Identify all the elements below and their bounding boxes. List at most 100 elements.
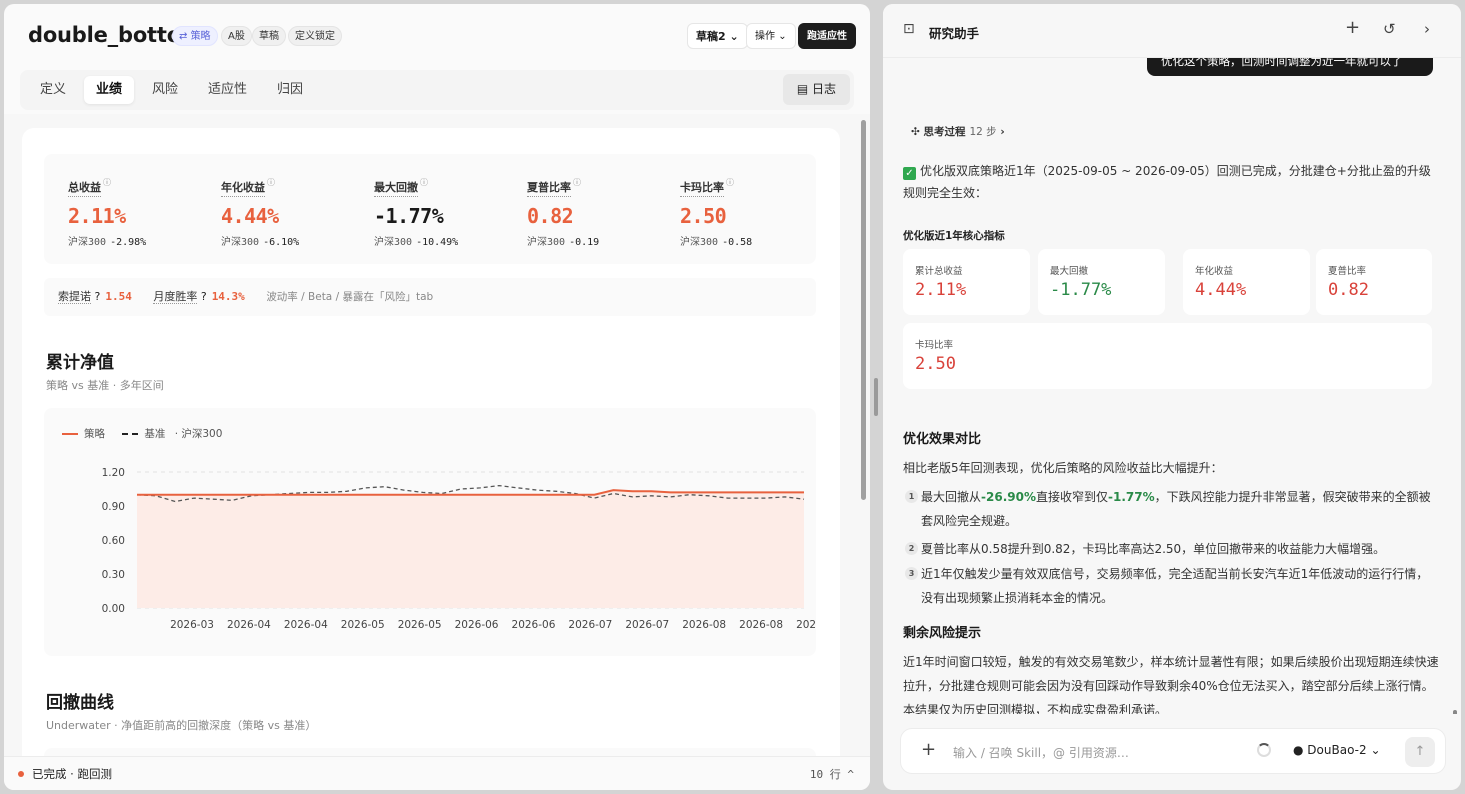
underwater-section-subtitle: Underwater · 净值距前高的回撤深度（策略 vs 基准） [46,719,317,732]
sparkle-icon: ✣ [911,126,924,138]
status-bar: 已完成 · 跑回测 10 行 ^ [4,756,870,790]
sortino-value: 1.54 [105,290,132,303]
legend-strategy-swatch [62,433,78,435]
x-tick-label: 2026-05 [341,619,385,631]
winrate-label: 月度胜率 [153,290,198,304]
tab-performance[interactable]: 业绩 [84,76,135,104]
tab-adaptability[interactable]: 适应性 [196,76,259,104]
chat-scroll-area[interactable]: 优化这个策略，回测时间调整为近一年就可以了 ✣ 思考过程 12 步 › ✓ 优化版双… [883,58,1461,714]
nav-section-subtitle: 策略 vs 基准 · 多年区间 [46,379,164,392]
legend-benchmark: 基准 [144,428,166,440]
x-tick-label: 2026-03 [170,619,214,631]
tab-risk[interactable]: 风险 [140,76,190,104]
x-tick-label: 2026-09 [796,619,816,631]
x-tick-label: 2026-08 [739,619,783,631]
performance-card: 总收益 ⓘ 2.11% 沪深300 -2.98% 年化收益 ⓘ 4.44% 沪深300… [22,128,840,756]
robot-icon: ⊡ [903,21,915,37]
x-tick-label: 2026-04 [284,619,328,631]
history-icon[interactable]: ↺ [1383,20,1396,38]
new-chat-icon[interactable]: + [1345,17,1360,38]
strategy-header: double_bottom ⇄ 策略 A股 草稿 定义锁定 草稿2 ⌄ 操作 ⌄… [4,4,870,66]
strategy-chip: ⇄ 策略 [172,26,218,46]
app-frame: double_bottom ⇄ 策略 A股 草稿 定义锁定 草稿2 ⌄ 操作 ⌄… [0,0,1465,794]
send-arrow-icon: ↑ [1414,744,1426,759]
kpi-card-calmar: 卡玛比率 2.50 [903,323,1432,389]
x-tick-label: 2026-07 [625,619,669,631]
strategy-area [137,490,804,608]
x-tick-label: 2026-04 [227,619,271,631]
y-tick-label: 0.60 [102,535,125,547]
info-icon[interactable]: ⓘ [573,178,581,187]
cards-title: 优化版近1年核心指标 [903,230,1005,242]
status-text: 已完成 · 跑回测 [32,767,112,781]
left-scrollbar-thumb[interactable] [861,120,866,500]
x-tick-label: 2026-06 [512,619,556,631]
list-number: 1 [905,490,918,503]
nav-section-title: 累计净值 [46,353,114,373]
status-dot-icon [18,771,24,777]
nav-chart: 1.20 0.90 0.60 0.30 0.00 2026-03 2026-04 2026-0… [44,408,816,656]
draft-select-button[interactable]: 草稿2 ⌄ [687,23,748,49]
x-tick-label: 2026-05 [398,619,442,631]
legend-strategy: 策略 [84,428,105,440]
legend-benchmark-name: · 沪深300 [174,428,223,440]
chat-composer: + 输入 / 召唤 Skill，@ 引用资源… ● DouBao-2 ⌄ ↑ [900,728,1446,774]
metric-benchmark: 沪深300 -2.98% [68,237,147,248]
metric-calmar: 卡玛比率 ⓘ 2.50 沪深300 -0.58 [680,176,830,248]
help-icon[interactable]: ? [201,290,207,303]
kpi-card-total-return: 累计总收益 2.11% [903,249,1030,315]
panel-resize-handle[interactable] [874,378,878,416]
info-icon[interactable]: ⓘ [726,178,734,187]
list-item: 2 夏普比率从0.58提升到0.82，卡玛比率高达2.50，单位回撤带来的收益能力… [903,537,1431,561]
tab-definition[interactable]: 定义 [28,76,78,104]
metric-value: -1.77% [374,204,444,228]
kpi-card-annual-return: 年化收益 4.44% [1183,249,1310,315]
ops-button[interactable]: 操作 ⌄ [746,23,796,49]
assistant-header: ⊡ 研究助手 + ↺ › [883,4,1461,58]
metric-value: 0.82 [527,204,574,228]
log-icon: ▤ [796,82,812,96]
chart-legend: 策略 基准 · 沪深300 [62,426,222,441]
kpi-card-sharpe: 夏普比率 0.82 [1316,249,1432,315]
chevron-down-icon: ⌄ [778,31,787,42]
info-icon[interactable]: ⓘ [103,178,111,187]
metric-benchmark: 沪深300 -0.19 [527,237,600,248]
row-count-toggle[interactable]: 10 行 ^ [810,766,854,782]
chevron-down-icon: ⌄ [1370,743,1381,757]
chat-scrollbar-thumb[interactable] [1453,710,1457,714]
compare-intro: 相比老版5年回测表现，优化后策略的风险收益比大幅提升： [903,461,1223,475]
nav-chart-svg: 1.20 0.90 0.60 0.30 0.00 2026-03 2026-04 2026-0… [102,467,816,631]
info-icon[interactable]: ⓘ [420,178,428,187]
x-tick-label: 2026-06 [455,619,499,631]
help-icon[interactable]: ? [95,290,101,303]
result-intro: ✓ 优化版双底策略近1年（2025-09-05 ~ 2026-09-05）回测已完… [903,164,1431,200]
y-tick-label: 1.20 [102,467,125,479]
risk-text: 近1年时间窗口较短，触发的有效交易笔数少，样本统计显著性有限；如果后续股价出现短… [903,655,1439,714]
metric-annual-return: 年化收益 ⓘ 4.44% 沪深300 -6.10% [221,176,371,248]
thinking-toggle[interactable]: ✣ 思考过程 12 步 › [911,124,1005,139]
list-item: 1 最大回撤从-26.90%直接收窄到仅-1.77%，下跌风控能力提升非常显著，假… [903,485,1431,533]
x-tick-label: 2026-07 [568,619,612,631]
metric-benchmark: 沪深300 -0.58 [680,237,753,248]
chevron-right-icon[interactable]: › [1424,20,1430,38]
tab-attribution[interactable]: 归因 [265,76,315,104]
loading-spinner-icon [1257,743,1271,757]
info-icon[interactable]: ⓘ [267,178,275,187]
risk-title: 剩余风险提示 [903,626,982,641]
check-icon: ✓ [903,167,916,180]
send-button[interactable]: ↑ [1405,737,1435,767]
underwater-section-title: 回撤曲线 [46,693,114,713]
attach-plus-icon[interactable]: + [921,739,936,760]
run-adaptability-button[interactable]: 跑适应性 [798,23,856,49]
model-select[interactable]: ● DouBao-2 ⌄ [1293,743,1381,757]
tab-bar: 定义 业绩 风险 适应性 归因 ▤ 日志 [20,70,854,110]
log-button[interactable]: ▤ 日志 [782,74,850,105]
user-message: 优化这个策略，回测时间调整为近一年就可以了 [1147,58,1433,76]
ratio-note: 波动率 / Beta / 暴露在「风险」tab [266,291,434,303]
performance-scroll-area[interactable]: 总收益 ⓘ 2.11% 沪深300 -2.98% 年化收益 ⓘ 4.44% 沪深300… [4,114,870,756]
assistant-title: 研究助手 [929,26,980,41]
metric-sharpe: 夏普比率 ⓘ 0.82 沪深300 -0.19 [527,176,677,248]
left-scrollbar[interactable] [861,116,867,756]
chat-input[interactable]: 输入 / 召唤 Skill，@ 引用资源… [953,744,1129,761]
y-tick-label: 0.90 [102,501,125,513]
